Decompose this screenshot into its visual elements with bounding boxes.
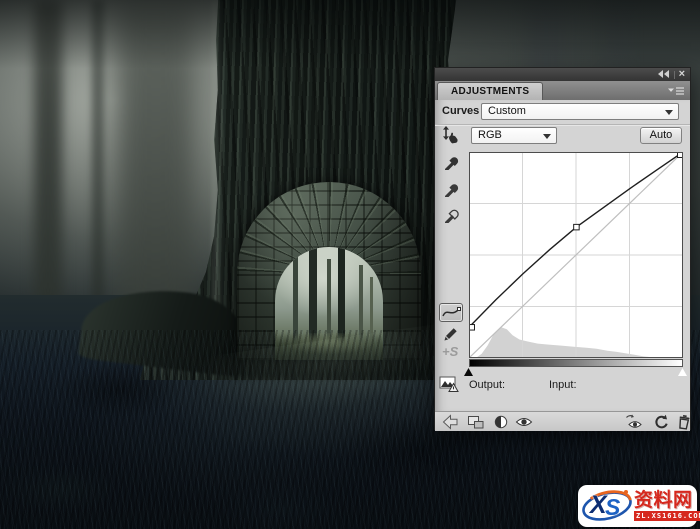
gray-point-eyedropper-icon[interactable] [443, 181, 460, 201]
chevron-down-icon [543, 134, 551, 139]
adjustments-panel: × ADJUSTMENTS Curves Custom [434, 67, 691, 430]
photoshop-canvas: × ADJUSTMENTS Curves Custom [0, 0, 700, 529]
channel-dropdown[interactable]: RGB [471, 127, 557, 144]
return-to-adjustment-list-icon[interactable] [441, 414, 459, 433]
watermark-logo-s: S [605, 494, 620, 521]
watermark-site-name: 资料网 [634, 491, 693, 510]
panel-titlebar: × [435, 68, 690, 81]
channel-dropdown-value: RGB [478, 129, 502, 141]
panel-tabbar: ADJUSTMENTS [435, 81, 690, 100]
delete-adjustment-icon[interactable] [677, 414, 691, 433]
smooth-curve-icon[interactable]: +S [442, 344, 458, 359]
panel-toolbar [435, 411, 690, 431]
curve-point[interactable] [574, 224, 580, 230]
preset-label: Curves [442, 105, 479, 117]
watermark: X S 资料网 ZL.XS1616.COM [578, 485, 697, 527]
white-input-slider[interactable] [678, 368, 687, 376]
watermark-logo: X S [581, 486, 633, 526]
input-label: Input: [549, 379, 577, 391]
titlebar-divider [674, 71, 675, 79]
tab-adjustments[interactable]: ADJUSTMENTS [437, 82, 543, 100]
curves-grid[interactable] [469, 152, 683, 358]
toggle-visibility-icon[interactable] [515, 414, 533, 433]
draw-curve-tool-icon[interactable] [443, 326, 459, 345]
edit-points-tool-icon[interactable] [439, 303, 463, 322]
output-label: Output: [469, 379, 505, 391]
panel-menu-icon[interactable] [668, 86, 685, 99]
chevron-down-icon [665, 110, 673, 115]
panel-body: Curves Custom RGB Auto [435, 100, 690, 411]
watermark-site-url: ZL.XS1616.COM [634, 511, 700, 521]
white-point-eyedropper-icon[interactable] [443, 207, 460, 227]
close-icon[interactable]: × [679, 70, 685, 79]
preset-dropdown-value: Custom [488, 105, 526, 117]
auto-button[interactable]: Auto [640, 127, 682, 144]
input-gradient-ramp [469, 359, 683, 367]
black-input-slider[interactable] [464, 368, 473, 376]
preset-dropdown[interactable]: Custom [481, 103, 679, 120]
targeted-adjustment-tool-icon[interactable] [439, 125, 463, 150]
separator [435, 124, 690, 125]
curve-plot[interactable] [469, 152, 683, 358]
collapse-panels-icon[interactable] [658, 69, 670, 81]
clip-to-layer-icon[interactable] [493, 414, 509, 433]
view-previous-state-icon[interactable] [625, 414, 644, 433]
expanded-view-icon[interactable] [467, 414, 485, 433]
clipping-preview-icon[interactable] [439, 376, 461, 396]
black-point-eyedropper-icon[interactable] [443, 154, 460, 174]
reset-adjustment-icon[interactable] [653, 414, 669, 433]
